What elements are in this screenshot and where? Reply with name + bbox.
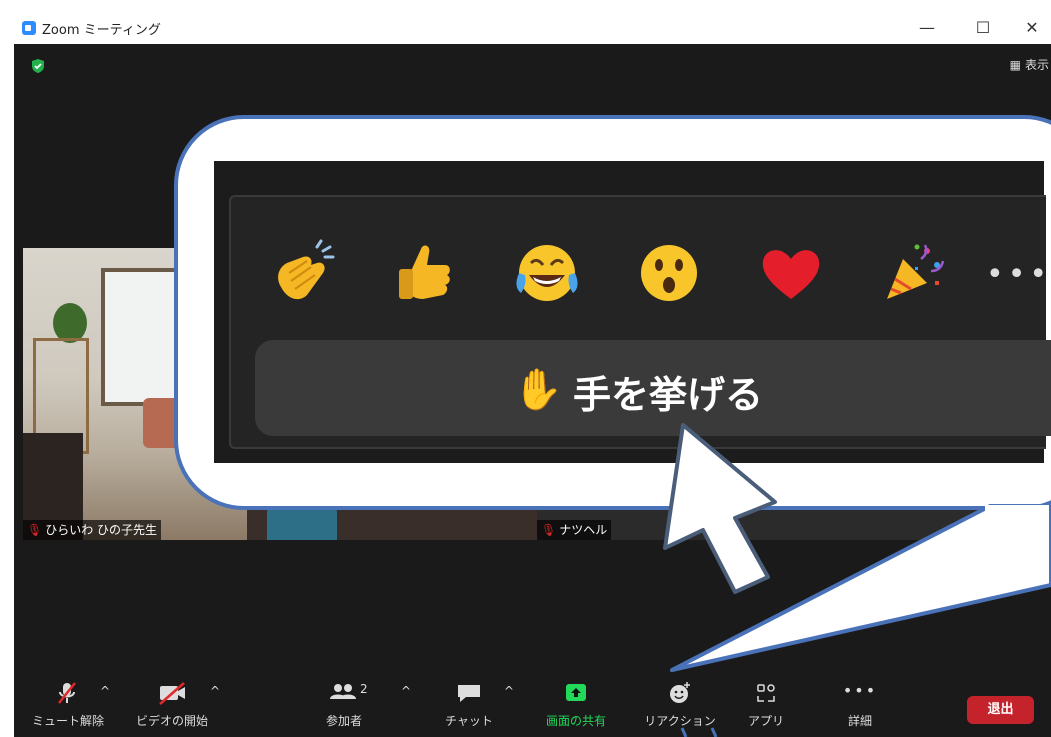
raise-hand-button[interactable]: ✋ 手を挙げる xyxy=(255,340,1051,436)
meeting-toolbar: ミュート解除 ^ ビデオの開始 ^ 2 参加者 ^ チャット ^ 画面の共有 リ… xyxy=(14,680,1051,737)
raised-hand-icon: ✋ xyxy=(513,367,563,413)
more-reactions-button[interactable]: ••• xyxy=(986,257,1051,292)
reactions-panel: ••• ✋ 手を挙げる xyxy=(229,195,1051,449)
security-shield-icon[interactable] xyxy=(30,58,46,74)
view-label: 表示 xyxy=(1024,58,1049,72)
more-button[interactable]: ••• 詳細 xyxy=(830,680,890,729)
surprised-reaction-icon[interactable] xyxy=(633,237,705,309)
heart-reaction-icon[interactable] xyxy=(755,237,827,309)
leave-meeting-button[interactable]: 退出 xyxy=(967,696,1034,724)
reactions-button[interactable]: リアクション xyxy=(640,680,720,729)
tears-of-joy-reaction-icon[interactable] xyxy=(511,237,583,309)
chat-button[interactable]: チャット xyxy=(439,680,499,729)
participants-icon xyxy=(330,684,356,699)
start-video-button[interactable]: ビデオの開始 xyxy=(130,680,214,729)
muted-mic-icon: 🎙 xyxy=(27,523,43,537)
reaction-smiley-icon xyxy=(640,680,720,706)
chat-options-caret[interactable]: ^ xyxy=(504,684,514,698)
grid-icon: ▦ xyxy=(1009,58,1021,72)
maximize-button[interactable]: ☐ xyxy=(968,16,998,40)
muted-mic-icon: 🎙 xyxy=(541,523,557,537)
apps-icon xyxy=(736,680,796,706)
video-off-icon xyxy=(130,680,214,706)
minimize-button[interactable]: — xyxy=(912,16,942,40)
zoom-app-icon xyxy=(22,21,36,35)
chat-bubble-icon xyxy=(439,680,499,706)
share-screen-icon xyxy=(536,680,616,706)
raise-hand-label: 手を挙げる xyxy=(573,373,764,417)
participants-options-caret[interactable]: ^ xyxy=(401,684,411,698)
apps-button[interactable]: アプリ xyxy=(736,680,796,729)
muted-microphone-icon xyxy=(32,680,102,706)
participants-button[interactable]: 2 参加者 xyxy=(314,680,374,729)
unmute-button[interactable]: ミュート解除 xyxy=(32,680,104,729)
close-button[interactable]: ✕ xyxy=(1017,16,1047,40)
more-dots-icon: ••• xyxy=(842,681,878,700)
participant-name-tag-right: 🎙 ナツヘル xyxy=(537,520,612,540)
participant-count: 2 xyxy=(360,682,368,696)
thumbs-up-reaction-icon[interactable] xyxy=(389,237,461,309)
share-screen-button[interactable]: 画面の共有 xyxy=(536,680,616,729)
participant-name-tag: 🎙 ひらいわ ひの子先生 xyxy=(23,520,162,540)
view-button[interactable]: ▦ 表示 xyxy=(1010,56,1049,73)
video-options-caret[interactable]: ^ xyxy=(210,684,220,698)
audio-options-caret[interactable]: ^ xyxy=(100,684,110,698)
clap-reaction-icon[interactable] xyxy=(267,237,339,309)
reactions-zoom-panel: ••• ✋ 手を挙げる xyxy=(214,161,1051,463)
window-title: Zoom ミーティング xyxy=(42,23,161,38)
party-popper-reaction-icon[interactable] xyxy=(877,237,949,309)
title-bar: Zoom ミーティング — ☐ ✕ xyxy=(14,12,1051,44)
